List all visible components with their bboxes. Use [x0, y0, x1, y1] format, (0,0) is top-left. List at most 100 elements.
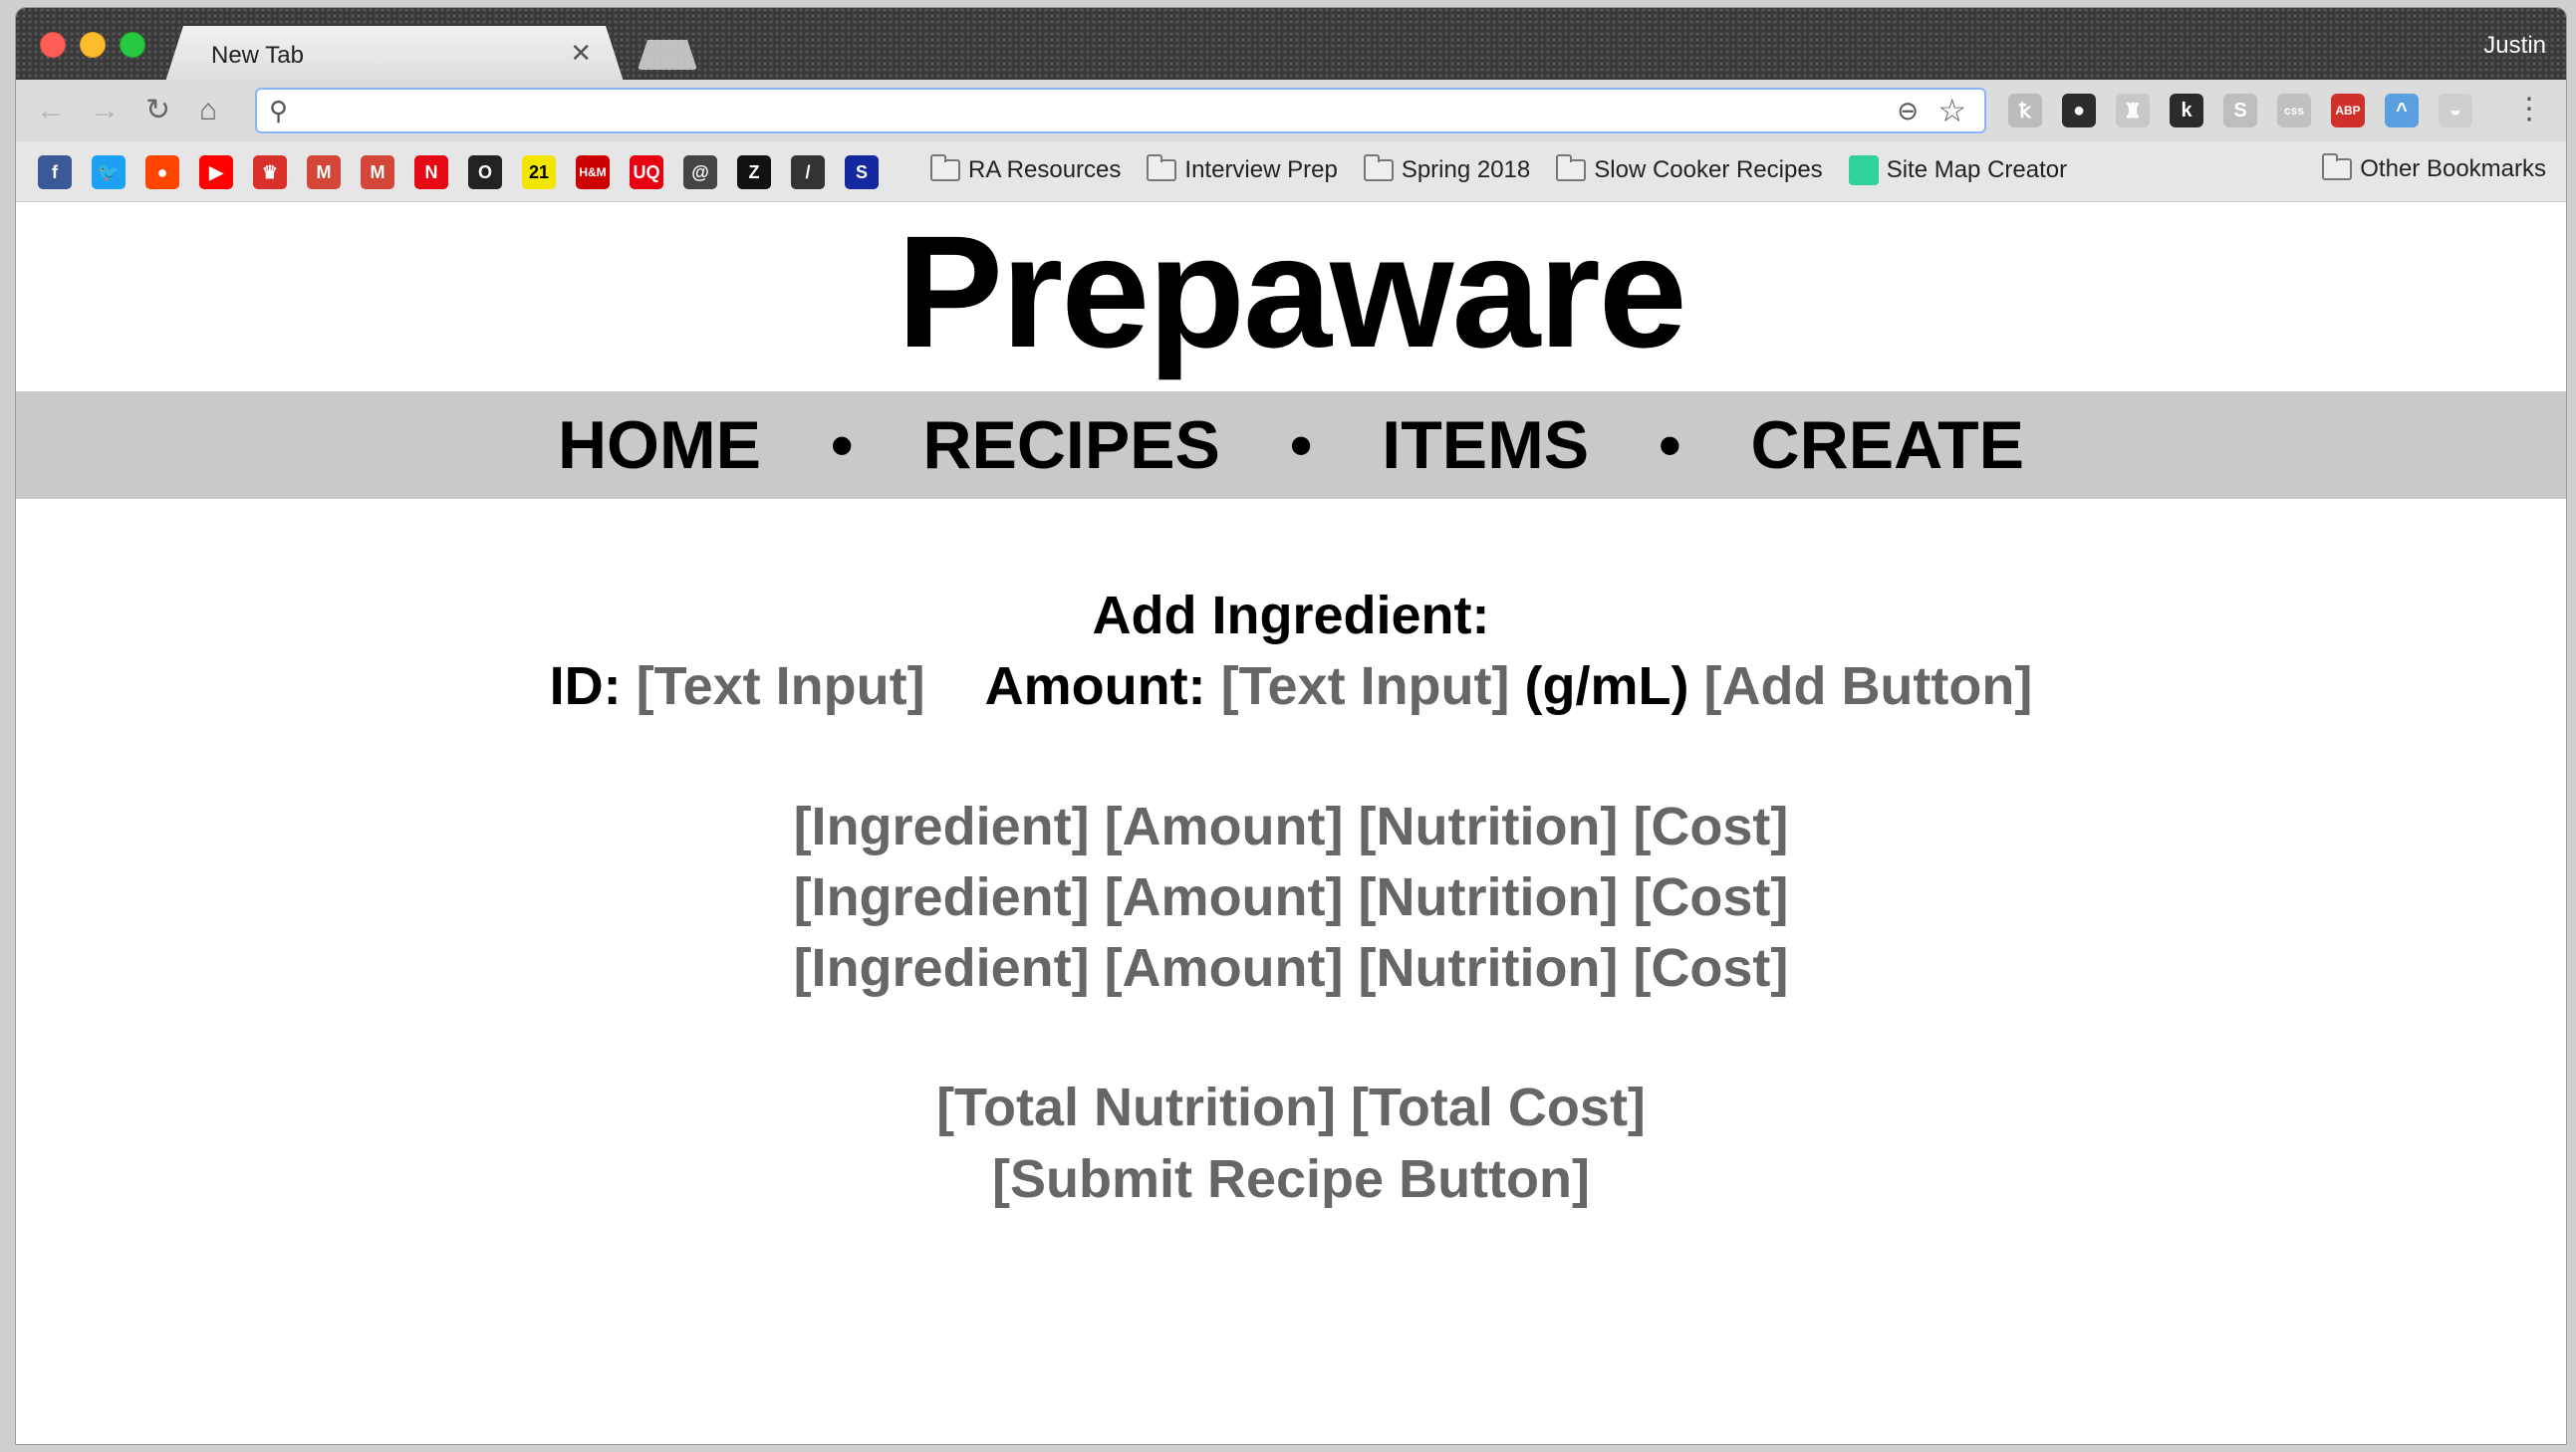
ingredient-name: [Ingredient]: [793, 938, 1090, 998]
k-ext-icon[interactable]: k: [2170, 94, 2203, 127]
ingredient-name: [Ingredient]: [793, 797, 1090, 856]
bookmark-icons: f 🐦 ● ▶ ♛ M M N O 21 H&M UQ @ Z / S: [38, 155, 879, 189]
zara-icon[interactable]: Z: [737, 155, 771, 189]
bookmark-folder-label: Interview Prep: [1184, 156, 1338, 183]
cup-ext-icon[interactable]: ♜: [2116, 94, 2150, 127]
youtube-icon[interactable]: ▶: [199, 155, 233, 189]
twentyone-icon[interactable]: 21: [522, 155, 556, 189]
hm-icon[interactable]: H&M: [576, 155, 610, 189]
samsung-icon[interactable]: S: [845, 155, 879, 189]
folder-icon: [930, 154, 960, 181]
abp-ext-icon[interactable]: ABP: [2331, 94, 2365, 127]
other-bookmarks-label: Other Bookmarks: [2360, 155, 2546, 182]
site-title: Prepaware: [897, 202, 1686, 380]
bookmark-folder-label: RA Resources: [968, 156, 1122, 183]
browser-toolbar: ← → ↻ ⌂ ⚲ ⊖ ☆ ꝁ ● ♜ k Scss ABP ^ ◒ ⋮: [16, 80, 2566, 142]
bookmark-label: Site Map Creator: [1886, 156, 2068, 183]
nav-home[interactable]: HOME: [558, 406, 761, 484]
add-ingredient-row: ID: [Text Input] Amount: [Text Input] (g…: [16, 650, 2566, 722]
address-input[interactable]: [309, 94, 1867, 129]
unit-label: (g/mL): [1524, 656, 1689, 716]
gmail-icon[interactable]: M: [307, 155, 341, 189]
browser-window: New Tab ✕ Justin ← → ↻ ⌂ ⚲ ⊖ ☆ ꝁ ● ♜ k Scss A…: [16, 8, 2566, 1444]
ingredient-cost: [Cost]: [1633, 867, 1789, 927]
close-icon[interactable]: ✕: [570, 38, 592, 69]
feather-ext-icon[interactable]: ꝁ: [2008, 94, 2042, 127]
folder-icon: [1556, 154, 1587, 181]
minimize-window-button[interactable]: [80, 32, 106, 58]
pot-ext-icon[interactable]: ◒: [2439, 94, 2472, 127]
add-ingredient-heading: Add Ingredient:: [1092, 586, 1490, 645]
sitemap-icon: [1848, 155, 1879, 185]
menu-kebab-icon[interactable]: ⋮: [2514, 92, 2544, 126]
nav-separator: •: [830, 409, 854, 481]
profile-name[interactable]: Justin: [2483, 32, 2546, 60]
s-ext-icon[interactable]: S: [2223, 94, 2257, 127]
total-cost: [Total Cost]: [1350, 1078, 1646, 1137]
id-label: ID:: [549, 656, 622, 716]
css-ext-icon[interactable]: css: [2277, 94, 2311, 127]
tab-new-tab[interactable]: New Tab ✕: [165, 26, 624, 82]
nav-separator: •: [1289, 409, 1313, 481]
back-arrow-icon[interactable]: ←: [36, 94, 66, 127]
ingredient-cost: [Cost]: [1633, 938, 1789, 998]
site-nav: HOME • RECIPES • ITEMS • CREATE: [16, 391, 2566, 499]
rainbow-ext-icon[interactable]: ^: [2385, 94, 2419, 127]
zoom-icon[interactable]: ⊖: [1897, 96, 1919, 126]
at-icon[interactable]: @: [683, 155, 717, 189]
facebook-icon[interactable]: f: [38, 155, 72, 189]
folder-icon: [1147, 154, 1177, 181]
bookmark-folder[interactable]: Interview Prep: [1147, 154, 1338, 185]
green-dot-ext-icon[interactable]: ●: [2062, 94, 2096, 127]
list-item: [Ingredient] [Amount] [Nutrition] [Cost]: [16, 933, 2566, 1004]
home-icon[interactable]: ⌂: [199, 94, 217, 127]
bookmark-folder[interactable]: Slow Cooker Recipes: [1556, 154, 1823, 185]
totals-row: [Total Nutrition] [Total Cost]: [16, 1072, 2566, 1143]
ingredient-name: [Ingredient]: [793, 867, 1090, 927]
nav-items[interactable]: ITEMS: [1382, 406, 1589, 484]
nav-create[interactable]: CREATE: [1751, 406, 2025, 484]
amount-input[interactable]: [Text Input]: [1221, 656, 1510, 716]
circle-icon[interactable]: O: [468, 155, 502, 189]
folder-icon: [2322, 153, 2353, 180]
submit-recipe-button[interactable]: [Submit Recipe Button]: [16, 1143, 2566, 1215]
folder-icon: [1363, 154, 1394, 181]
bookmark-folder[interactable]: Spring 2018: [1363, 154, 1530, 185]
tab-strip: New Tab ✕ Justin: [16, 8, 2566, 80]
create-recipe-form: Add Ingredient: ID: [Text Input] Amount:…: [16, 581, 2566, 1215]
search-icon: ⚲: [269, 96, 289, 125]
ingredient-nutrition: [Nutrition]: [1358, 938, 1619, 998]
address-bar[interactable]: ⚲ ⊖ ☆: [255, 88, 1986, 133]
close-window-button[interactable]: [40, 32, 66, 58]
maximize-window-button[interactable]: [120, 32, 145, 58]
ingredient-amount: [Amount]: [1104, 867, 1344, 927]
reddit-icon[interactable]: ●: [145, 155, 179, 189]
list-item: [Ingredient] [Amount] [Nutrition] [Cost]: [16, 792, 2566, 862]
twitter-icon[interactable]: 🐦: [92, 155, 126, 189]
new-tab-button[interactable]: [638, 40, 697, 70]
other-bookmarks[interactable]: Other Bookmarks: [2322, 153, 2546, 183]
bookmark-site-map-creator[interactable]: Site Map Creator: [1848, 155, 2068, 185]
bookmark-star-icon[interactable]: ☆: [1937, 92, 1966, 129]
list-item: [Ingredient] [Amount] [Nutrition] [Cost]: [16, 862, 2566, 933]
forward-arrow-icon[interactable]: →: [90, 94, 120, 127]
nav-recipes[interactable]: RECIPES: [922, 406, 1220, 484]
amount-label: Amount:: [984, 656, 1206, 716]
bookmark-folder-label: Slow Cooker Recipes: [1594, 156, 1823, 183]
ingredient-cost: [Cost]: [1633, 797, 1789, 856]
extensions-area: ꝁ ● ♜ k Scss ABP ^ ◒: [2008, 94, 2472, 127]
ingredient-amount: [Amount]: [1104, 797, 1344, 856]
add-button[interactable]: [Add Button]: [1703, 656, 2032, 716]
uniqlo-icon[interactable]: UQ: [630, 155, 663, 189]
page-content: Prepaware HOME • RECIPES • ITEMS • CREAT…: [16, 202, 2566, 1444]
id-input[interactable]: [Text Input]: [637, 656, 925, 716]
reload-icon[interactable]: ↻: [145, 94, 170, 127]
bookmarks-bar: f 🐦 ● ▶ ♛ M M N O 21 H&M UQ @ Z / S RA Resources Intervi…: [16, 141, 2566, 202]
slash-icon[interactable]: /: [791, 155, 825, 189]
gmail-alt-icon[interactable]: M: [361, 155, 394, 189]
ingredient-amount: [Amount]: [1104, 938, 1344, 998]
crown-icon[interactable]: ♛: [253, 155, 287, 189]
bookmark-folder[interactable]: RA Resources: [930, 154, 1122, 185]
ingredient-nutrition: [Nutrition]: [1358, 867, 1619, 927]
netflix-icon[interactable]: N: [414, 155, 448, 189]
